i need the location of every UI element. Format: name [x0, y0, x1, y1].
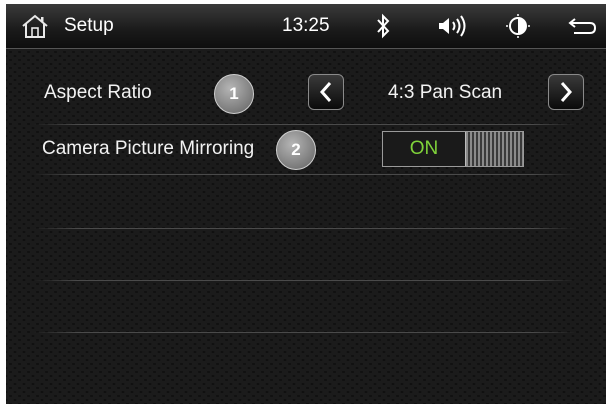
back-button[interactable]: [566, 4, 598, 48]
toggle-on-label: ON: [409, 138, 439, 159]
back-icon: [568, 18, 597, 34]
row-divider: [34, 228, 576, 229]
volume-icon: [439, 15, 466, 37]
callout-badge-1: 1: [214, 74, 254, 114]
aspect-ratio-prev-button[interactable]: [308, 74, 344, 110]
row-divider: [34, 124, 576, 125]
clock: 13:25: [282, 15, 330, 36]
setup-screen: Setup 13:25 Aspect Ratio 1 4:3 Pan Scan …: [6, 4, 606, 404]
toggle-knob[interactable]: [465, 132, 523, 166]
mirroring-label: Camera Picture Mirroring: [42, 138, 255, 159]
brightness-icon: [506, 14, 530, 38]
status-bar: Setup 13:25: [6, 4, 606, 49]
row-divider: [34, 174, 576, 175]
aspect-ratio-next-button[interactable]: [548, 74, 584, 110]
row-divider: [34, 280, 576, 281]
mirroring-toggle[interactable]: ON: [382, 131, 524, 167]
home-icon: [22, 14, 48, 38]
chevron-left-icon: [319, 82, 332, 102]
callout-badge-2: 2: [276, 130, 316, 170]
bluetooth-button[interactable]: [375, 4, 391, 48]
bluetooth-icon: [377, 13, 390, 39]
brightness-button[interactable]: [506, 4, 530, 48]
page-title: Setup: [64, 15, 114, 36]
aspect-ratio-label: Aspect Ratio: [44, 82, 152, 103]
volume-button[interactable]: [437, 4, 467, 48]
home-button[interactable]: [20, 4, 50, 48]
row-divider: [34, 332, 576, 333]
chevron-right-icon: [560, 82, 573, 102]
aspect-ratio-value: 4:3 Pan Scan: [388, 82, 503, 103]
